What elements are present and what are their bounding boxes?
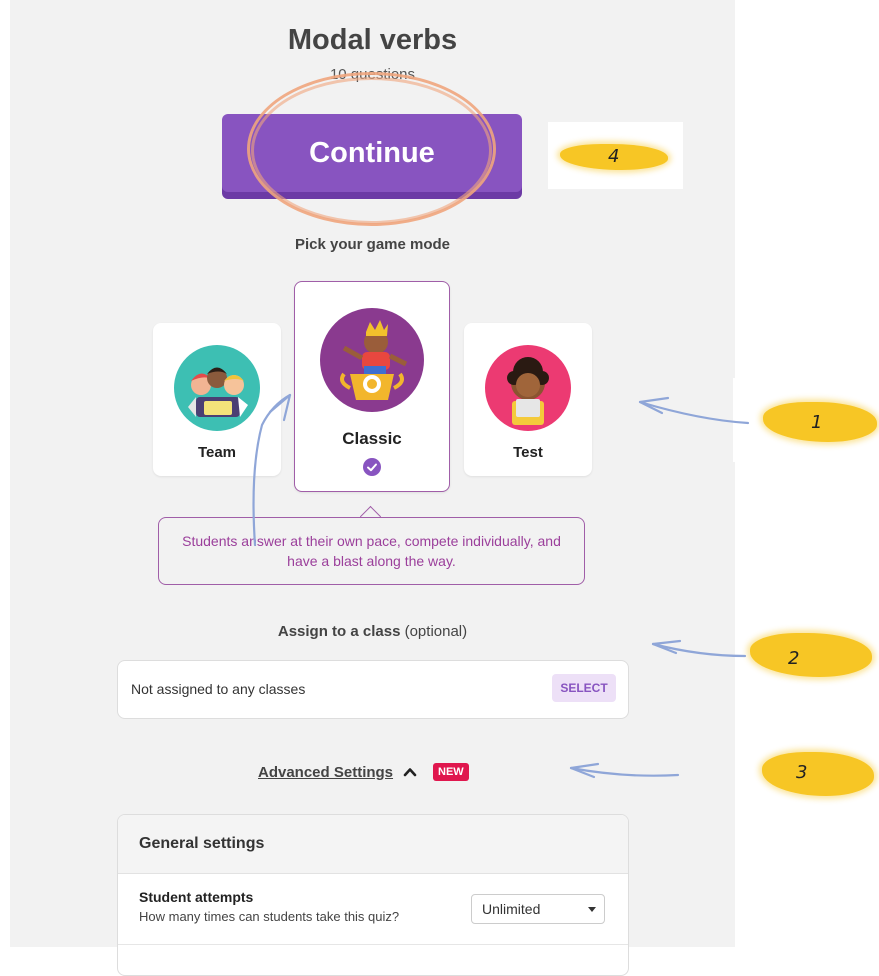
advanced-settings-row[interactable]: Advanced Settings NEW <box>258 763 469 781</box>
annotation-2-highlight <box>750 633 872 677</box>
attempts-dropdown[interactable]: Unlimited <box>471 894 605 924</box>
mode-description: Students answer at their own pace, compe… <box>158 517 585 585</box>
attempts-dropdown-value: Unlimited <box>482 901 541 917</box>
general-settings-panel: General settings Student attempts How ma… <box>117 814 629 976</box>
mode-card-test[interactable]: Test <box>464 323 592 476</box>
class-assignment-field[interactable]: Not assigned to any classes SELECT <box>117 660 629 719</box>
annotation-4-box: 4 <box>548 122 683 189</box>
annotation-3-highlight <box>762 752 874 796</box>
annotation-1-box: 1 <box>733 378 879 462</box>
setting-description: How many times can students take this qu… <box>139 909 400 924</box>
advanced-settings-link[interactable]: Advanced Settings <box>258 764 393 781</box>
quiz-title: Modal verbs <box>287 24 458 56</box>
general-settings-title: General settings <box>118 815 628 874</box>
team-avatar-icon <box>174 345 260 431</box>
setting-title: Student attempts <box>139 889 254 905</box>
setting-row-student-attempts: Student attempts How many times can stud… <box>118 874 628 945</box>
question-count: 10 questions <box>329 66 416 83</box>
assign-class-label: Assign to a class (optional) <box>0 623 745 640</box>
mode-card-classic[interactable]: Classic <box>294 281 450 492</box>
select-class-button[interactable]: SELECT <box>552 674 616 702</box>
annotation-2-number: 2 <box>788 648 800 669</box>
assign-class-label-main: Assign to a class <box>277 623 401 640</box>
trophy-avatar-icon <box>320 308 424 412</box>
annotation-1-number: 1 <box>811 412 823 433</box>
assign-class-label-optional: (optional) <box>404 623 468 640</box>
test-avatar-icon <box>485 345 571 431</box>
annotation-4-number: 4 <box>608 146 620 167</box>
pick-mode-label: Pick your game mode <box>294 236 451 253</box>
mode-card-team[interactable]: Team <box>153 323 281 476</box>
selected-check-icon <box>363 458 381 476</box>
class-assignment-value: Not assigned to any classes <box>131 681 306 697</box>
caret-down-icon <box>588 907 596 912</box>
mode-label-classic: Classic <box>342 429 402 448</box>
chevron-up-icon[interactable] <box>403 765 417 779</box>
new-badge: NEW <box>433 763 469 781</box>
mode-label-test: Test <box>513 444 543 461</box>
continue-button[interactable]: Continue <box>222 114 522 192</box>
mode-label-team: Team <box>197 444 237 461</box>
annotation-3-number: 3 <box>796 762 808 783</box>
